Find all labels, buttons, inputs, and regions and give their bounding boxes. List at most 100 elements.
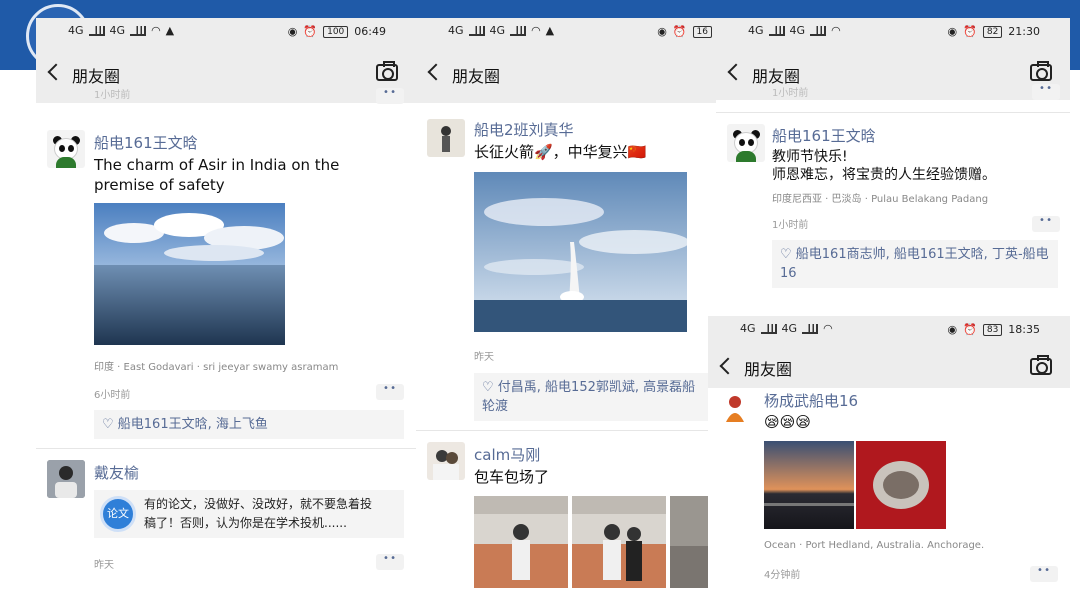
eye-icon: ◉ <box>287 25 298 38</box>
signal-icon <box>810 25 827 36</box>
network-label: 4G <box>68 24 84 37</box>
wifi-icon: ◠ <box>823 322 833 335</box>
post-username[interactable]: 船电161王文晗 <box>772 125 876 146</box>
phone-screen-3: 4G 4G ◠ ◉ ⏰ 82 21:30 朋友圈 1小时前 船电161王文晗 教… <box>716 18 1070 308</box>
post-username[interactable]: calm马刚 <box>474 444 540 465</box>
eye-icon: ◉ <box>947 25 958 38</box>
camera-icon[interactable] <box>376 61 398 81</box>
post-divider <box>416 430 716 431</box>
post-time: 昨天 <box>474 352 494 363</box>
avatar[interactable] <box>727 124 765 162</box>
notification-icon: ▲ <box>545 24 555 37</box>
link-text: 有的论文，没做好、没改好，就不要急着投稿了！否则，认为你是在学术投机...... <box>144 497 373 530</box>
nav-bar: 朋友圈 <box>36 48 416 103</box>
post-text-emoji: 😪😪😪 <box>764 413 811 431</box>
avatar[interactable] <box>427 119 465 157</box>
wifi-icon: ◠ <box>531 24 541 37</box>
nav-bar: 朋友圈 <box>416 48 716 103</box>
wifi-icon: ◠ <box>831 24 841 37</box>
page-title: 朋友圈 <box>452 67 501 86</box>
red-object-image <box>856 441 946 529</box>
avatar[interactable] <box>47 460 85 498</box>
train-interior-image <box>670 496 710 588</box>
post-photo-red[interactable] <box>856 441 946 529</box>
avatar[interactable] <box>720 392 750 422</box>
wifi-icon: ◠ <box>151 24 161 37</box>
post-username[interactable]: 戴友榆 <box>94 462 139 483</box>
shared-link-card[interactable]: 论文 有的论文，没做好、没改好，就不要急着投稿了！否则，认为你是在学术投机...… <box>94 490 404 538</box>
post-photo-train-2[interactable] <box>572 496 666 588</box>
battery-icon: 16 <box>692 25 712 38</box>
battery-icon: 100 <box>323 25 349 38</box>
alarm-icon: ⏰ <box>963 323 977 336</box>
post-location[interactable]: Ocean · Port Hedland, Australia. Anchora… <box>764 540 984 551</box>
network-label: 4G <box>489 24 506 37</box>
page-title: 朋友圈 <box>744 360 793 379</box>
battery-icon: 82 <box>982 25 1003 38</box>
status-bar: 4G 4G ◠ ▲ ◉ ⏰ 100 06:49 <box>36 18 416 48</box>
network-label: 4G <box>448 24 464 37</box>
previous-post-time: 1小时前 <box>94 90 131 101</box>
notification-icon: ▲ <box>165 24 175 37</box>
network-label: 4G <box>740 322 756 335</box>
rocket-launch-image <box>474 172 687 332</box>
more-button[interactable] <box>1030 565 1058 582</box>
likes-bar[interactable]: ♡ 船电161王文晗, 海上飞鱼 <box>94 410 404 439</box>
signal-icon <box>468 25 485 36</box>
signal-icon <box>768 25 785 36</box>
signal-icon <box>760 323 777 334</box>
post-photo-sea[interactable] <box>94 203 285 345</box>
post-photo-train-1[interactable] <box>474 496 568 588</box>
alarm-icon: ⏰ <box>303 25 318 38</box>
clock-time: 06:49 <box>354 25 386 38</box>
more-button[interactable] <box>1032 83 1060 100</box>
eye-icon: ◉ <box>947 323 958 336</box>
post-text: 长征火箭🚀，中华复兴🇨🇳 <box>474 143 647 161</box>
more-button[interactable] <box>376 553 404 570</box>
post-text-line1: 教师节快乐! <box>772 149 848 165</box>
post-photo-rocket[interactable] <box>474 172 687 332</box>
eye-icon: ◉ <box>657 25 667 38</box>
more-button[interactable] <box>376 87 404 104</box>
post-text: The charm of Asir in India on the premis… <box>94 156 340 194</box>
phone-screen-1: 4G 4G ◠ ▲ ◉ ⏰ 100 06:49 朋友圈 1小时前 船电161王文… <box>36 18 416 602</box>
post-location[interactable]: 印度 · East Godavari · sri jeeyar swamy as… <box>94 358 338 373</box>
post-divider <box>36 448 416 449</box>
post-username[interactable]: 杨成武船电16 <box>764 390 858 411</box>
more-button[interactable] <box>376 383 404 400</box>
post-username[interactable]: 船电2班刘真华 <box>474 119 574 140</box>
network-label: 4G <box>748 24 764 37</box>
avatar[interactable] <box>47 130 85 168</box>
train-interior-image <box>572 496 666 588</box>
more-button[interactable] <box>1032 215 1060 232</box>
back-arrow-icon[interactable] <box>427 63 445 81</box>
network-label: 4G <box>789 24 806 37</box>
likes-bar[interactable]: ♡ 船电161商志帅, 船电161王文晗, 丁英-船电16 <box>772 240 1058 288</box>
sea-sky-image <box>94 203 285 345</box>
post-photo-sunset[interactable] <box>764 441 854 529</box>
post-username[interactable]: 船电161王文晗 <box>94 132 198 153</box>
clock-time: 21:30 <box>1008 25 1040 38</box>
post-location[interactable]: 印度尼西亚 · 巴淡岛 · Pulau Belakang Padang <box>772 190 988 205</box>
post-time: 4分钟前 <box>764 570 801 581</box>
post-text: 包车包场了 <box>474 468 550 486</box>
post-divider <box>716 112 1070 113</box>
post-time: 6小时前 <box>94 390 131 401</box>
camera-icon[interactable] <box>1030 61 1052 81</box>
alarm-icon: ⏰ <box>672 25 687 38</box>
back-arrow-icon[interactable] <box>719 357 737 375</box>
nav-bar: 朋友圈 <box>716 48 1070 100</box>
likes-bar[interactable]: ♡ 付昌禹, 船电152郭凯斌, 高景磊船轮渡 <box>474 373 710 421</box>
signal-icon <box>130 25 147 36</box>
avatar[interactable] <box>427 442 465 480</box>
post-text-line2: 师恩难忘，将宝贵的人生经验馈赠。 <box>772 167 996 183</box>
network-label: 4G <box>781 322 798 335</box>
back-arrow-icon[interactable] <box>47 63 65 81</box>
back-arrow-icon[interactable] <box>727 63 745 81</box>
status-bar: 4G 4G ◠ ▲ ◉ ⏰ 16 <box>416 18 716 48</box>
post-photo-train-3[interactable] <box>670 496 710 588</box>
article-icon: 论文 <box>100 496 136 532</box>
previous-post-time: 1小时前 <box>772 88 809 99</box>
camera-icon[interactable] <box>1030 355 1052 375</box>
status-bar: 4G 4G ◠ ◉ ⏰ 82 21:30 <box>716 18 1070 48</box>
